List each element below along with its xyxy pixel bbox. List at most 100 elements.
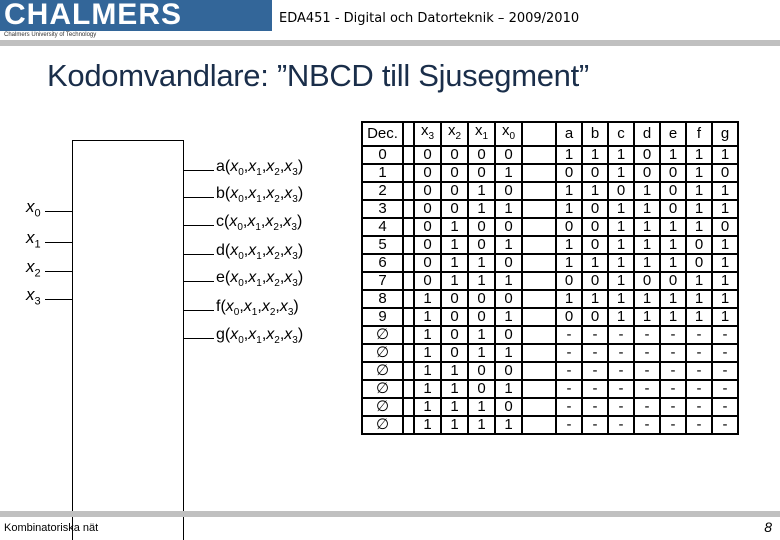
table-row: 300111011011 xyxy=(361,199,739,219)
argument-index: 2 xyxy=(274,251,280,263)
spacer-cell xyxy=(521,361,557,381)
variable-index: 3 xyxy=(34,295,41,308)
cell-input: 1 xyxy=(413,325,442,345)
argument-index: 1 xyxy=(256,278,262,290)
header-output-b: b xyxy=(581,121,609,147)
cell-output: 1 xyxy=(581,145,609,165)
spacer-cell xyxy=(521,163,557,183)
cell-input: 0 xyxy=(413,217,442,237)
cell-output: 1 xyxy=(555,235,583,255)
output-wire xyxy=(184,197,214,198)
spacer-cell xyxy=(402,325,415,345)
cell-input: 0 xyxy=(440,181,469,201)
cell-dec: 6 xyxy=(361,253,404,273)
cell-input: 0 xyxy=(413,181,442,201)
cell-output: 1 xyxy=(633,181,661,201)
table-header-row: Dec. x3 x2 x1 x0 a b c d e f g xyxy=(361,121,739,147)
cell-output: - xyxy=(607,343,635,363)
cell-input: 1 xyxy=(413,361,442,381)
cell-input: 1 xyxy=(413,307,442,327)
cell-output: - xyxy=(607,325,635,345)
cell-dec: 3 xyxy=(361,199,404,219)
spacer-cell xyxy=(402,199,415,219)
cell-dec: ∅ xyxy=(361,379,404,399)
cell-output: 1 xyxy=(659,307,687,327)
header-output-c: c xyxy=(607,121,635,147)
spacer-cell xyxy=(402,235,415,255)
cell-input: 0 xyxy=(440,145,469,165)
cell-input: 1 xyxy=(494,379,523,399)
cell-output: - xyxy=(659,397,687,417)
argument-index: 0 xyxy=(237,222,243,234)
truth-table: Dec. x3 x2 x1 x0 a b c d e f g 0 0 0 0 0 1 1 1 0 1 1 1 1 0 0 0 1 0 0 1 0… xyxy=(361,121,739,435)
table-row: 100010010010 xyxy=(361,163,739,183)
cell-input: 0 xyxy=(467,145,496,165)
cell-output: 1 xyxy=(633,199,661,219)
header-output-g: g xyxy=(711,121,739,147)
cell-output: 0 xyxy=(581,271,609,291)
input-label-x2: x2 xyxy=(26,257,41,279)
cell-dec: 2 xyxy=(361,181,404,201)
cell-output: - xyxy=(633,361,661,381)
cell-output: 0 xyxy=(685,253,713,273)
cell-input: 0 xyxy=(494,253,523,273)
cell-input: 0 xyxy=(440,199,469,219)
cell-output: 1 xyxy=(581,253,609,273)
table-row: ∅ 1 0 1 1- - - - - - - xyxy=(361,343,739,363)
output-wire xyxy=(184,310,214,311)
cell-output: 1 xyxy=(581,289,609,309)
cell-output: 1 xyxy=(555,145,583,165)
argument-index: 3 xyxy=(291,222,297,234)
cell-output: 1 xyxy=(659,235,687,255)
cell-input: 1 xyxy=(467,397,496,417)
cell-output: - xyxy=(711,325,739,345)
cell-input: 1 xyxy=(467,253,496,273)
cell-output: - xyxy=(711,379,739,399)
cell-input: 1 xyxy=(467,415,496,435)
output-function-c: c(x0,x1,x2,x3) xyxy=(216,213,303,234)
cell-input: 0 xyxy=(413,199,442,219)
cell-dec: 1 xyxy=(361,163,404,183)
spacer-cell xyxy=(402,145,415,165)
spacer-cell xyxy=(402,163,415,183)
argument-index: 1 xyxy=(256,251,262,263)
cell-output: - xyxy=(685,397,713,417)
cell-output: - xyxy=(633,397,661,417)
cell-output: 1 xyxy=(711,145,739,165)
page-number: 8 xyxy=(764,519,772,535)
output-function-f: f(x0,x1,x2,x3) xyxy=(216,298,299,319)
spacer-cell xyxy=(402,415,415,435)
cell-output: - xyxy=(685,415,713,435)
cell-input: 0 xyxy=(440,307,469,327)
cell-input: 0 xyxy=(467,217,496,237)
cell-input: 1 xyxy=(467,325,496,345)
header-dec: Dec. xyxy=(361,121,404,147)
variable-name: x xyxy=(26,257,35,276)
cell-output: - xyxy=(555,379,583,399)
cell-output: - xyxy=(607,361,635,381)
header-input-x1: x1 xyxy=(467,121,496,147)
cell-input: 1 xyxy=(440,397,469,417)
output-function-g: g(x0,x1,x2,x3) xyxy=(216,326,304,347)
function-name: b xyxy=(216,185,225,202)
cell-output: 1 xyxy=(633,235,661,255)
function-name: c xyxy=(216,213,224,230)
converter-block xyxy=(72,140,184,540)
table-row: 910010011111 xyxy=(361,307,739,327)
cell-output: - xyxy=(659,361,687,381)
cell-output: - xyxy=(633,343,661,363)
variable-index: 0 xyxy=(509,131,516,142)
chalmers-logo: CHALMERS xyxy=(0,0,272,31)
header-output-d: d xyxy=(633,121,661,147)
cell-output: - xyxy=(633,415,661,435)
table-row: ∅ 1 1 1 0- - - - - - - xyxy=(361,397,739,417)
cell-output: 1 xyxy=(607,307,635,327)
cell-output: 0 xyxy=(633,271,661,291)
function-name: a xyxy=(216,158,225,175)
cell-output: 0 xyxy=(659,181,687,201)
table-row: ∅ 1 1 0 1- - - - - - - xyxy=(361,379,739,399)
cell-output: 0 xyxy=(581,307,609,327)
output-function-d: d(x0,x1,x2,x3) xyxy=(216,242,304,263)
header-output-f: f xyxy=(685,121,713,147)
argument-variable: x xyxy=(243,298,252,315)
